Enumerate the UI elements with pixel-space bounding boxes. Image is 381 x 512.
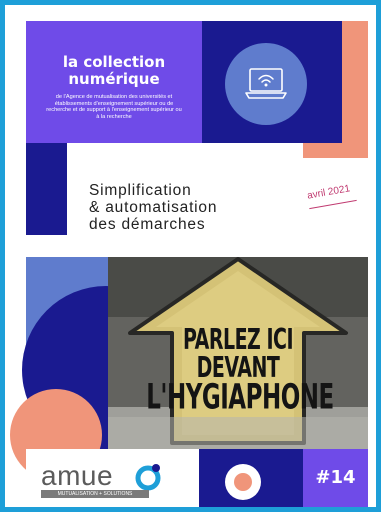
footer-dot xyxy=(234,473,252,491)
header-salmon-strip xyxy=(342,21,368,143)
collection-description: de l'Agence de mutualisation des univers… xyxy=(46,94,182,120)
sign-text-line3: L'HYGIAPHONE xyxy=(146,378,334,418)
cover-inner: la collection numérique de l'Agence de m… xyxy=(5,5,376,507)
hygiaphone-photo: PARLEZ ICI DEVANT L'HYGIAPHONE xyxy=(108,257,368,449)
publication-date: avril 2021 xyxy=(305,181,369,215)
publication-title-line1: Simplification xyxy=(89,182,192,199)
title-band-white-corner xyxy=(26,235,67,257)
publication-title: Simplification & automatisation des déma… xyxy=(89,182,217,233)
amue-logo: amue MUTUALISATION + SOLUTIONS xyxy=(35,457,175,503)
amue-logo-mark-icon xyxy=(135,464,161,491)
publication-date-underline xyxy=(309,199,357,210)
laptop-wifi-icon xyxy=(245,68,287,99)
amue-logo-wordmark: amue xyxy=(41,460,114,491)
cover-page: la collection numérique de l'Agence de m… xyxy=(0,0,381,512)
publication-title-line2: & automatisation xyxy=(89,199,218,216)
amue-logo-tagline: MUTUALISATION + SOLUTIONS xyxy=(41,490,149,498)
collection-header: la collection numérique de l'Agence de m… xyxy=(26,21,202,143)
issue-number: #14 xyxy=(315,467,356,488)
collection-title-line1: la collection xyxy=(62,53,166,71)
collection-title-line2: numérique xyxy=(68,70,160,88)
publication-title-line3: des démarches xyxy=(89,216,206,233)
collection-title: la collection numérique xyxy=(26,54,202,88)
publication-title-area: Simplification & automatisation des déma… xyxy=(67,158,303,257)
title-band-navy-block xyxy=(26,143,67,235)
publication-date-text: avril 2021 xyxy=(306,183,351,202)
